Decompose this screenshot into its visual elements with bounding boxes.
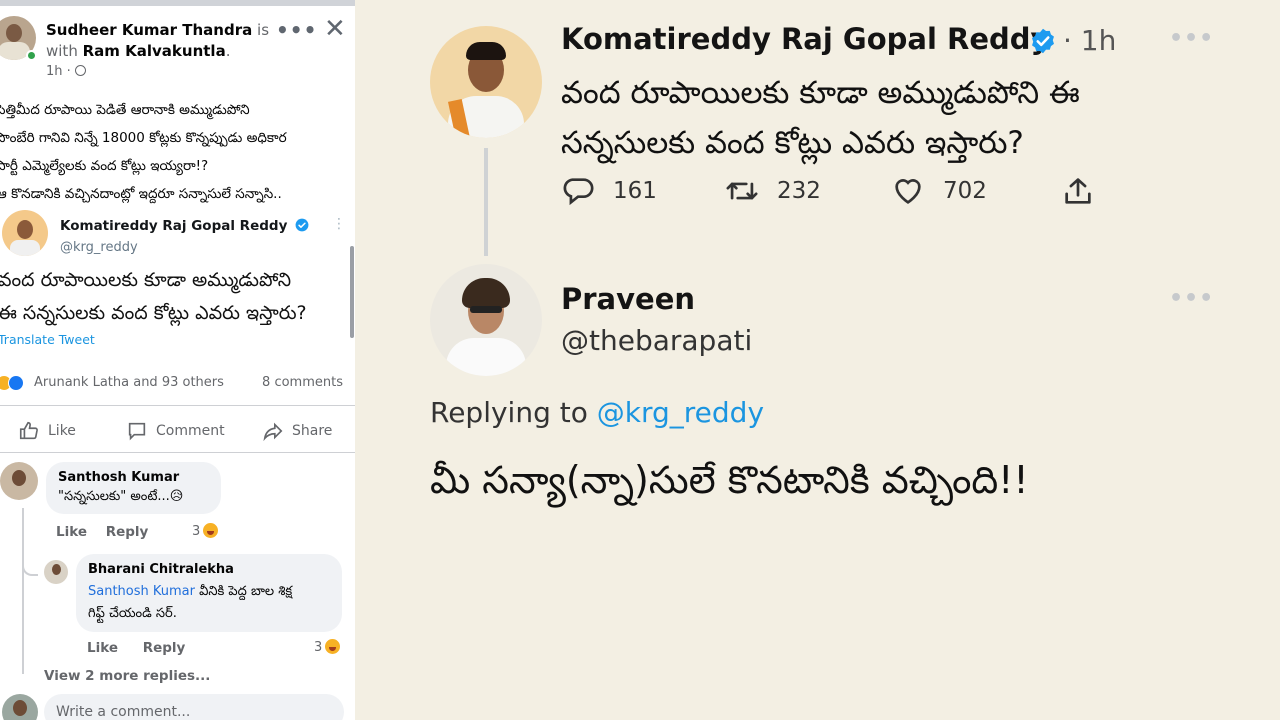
reply-thread-connector [22, 560, 38, 576]
shared-tweet-avatar [2, 210, 48, 256]
replier-name[interactable]: Bharani Chitralekha [88, 562, 330, 577]
divider [0, 452, 355, 453]
tweet-more-icon[interactable]: ••• [1169, 26, 1214, 51]
comment-button[interactable]: Comment [126, 420, 225, 442]
verified-badge-icon [295, 218, 309, 232]
reply-bubble: Bharani Chitralekha Santhosh Kumar వీనిక… [76, 554, 342, 632]
comment-label: Comment [156, 423, 225, 439]
shared-tweet-name: Komatireddy Raj Gopal Reddy [60, 218, 309, 234]
reply-author-handle[interactable]: @thebarapati [561, 324, 752, 357]
haha-reaction-icon [203, 523, 219, 538]
reply-more-icon[interactable]: ••• [1169, 286, 1214, 311]
current-user-avatar [2, 694, 38, 720]
replying-to-line: Replying to @krg_reddy [430, 396, 764, 429]
screenshot-composite: Sudheer Kumar Thandra is with Ram Kalvak… [0, 0, 1280, 720]
mention-link[interactable]: Santhosh Kumar [88, 584, 195, 599]
translate-tweet-link[interactable]: Translate Tweet [0, 332, 95, 347]
reply-reaction-count[interactable]: 3 [314, 639, 341, 655]
comment-reaction-count[interactable]: 3 [192, 523, 219, 539]
shared-tweet-line: ఈ సన్నసులకు వంద కోట్లు ఎవరు ఇస్తారు? [0, 302, 307, 324]
post-text: సెత్తిమీద రూపాయి పెడితే ఆరానాకి అమ్ముడుప… [0, 96, 355, 208]
like-button[interactable]: 702 [891, 174, 987, 208]
shared-tweet-handle: @krg_reddy [60, 240, 138, 255]
share-label: Share [292, 423, 333, 439]
twitter-thread-panel: Komatireddy Raj Gopal Reddy · 1h ••• వంద… [355, 0, 1280, 720]
reply-text: మీ సన్యా(న్నా)సులే కొనటానికి వచ్చింది!! [430, 458, 1029, 502]
heart-icon [895, 179, 921, 204]
view-more-replies-link[interactable]: View 2 more replies... [44, 668, 210, 684]
tweet-text: వంద రూపాయిలకు కూడా అమ్ముడుపోని ఈ సన్నసుల… [561, 68, 1261, 168]
post-line: సొంబేరి గానివి నిన్నే 18000 కోట్లకు కొన్… [0, 130, 287, 146]
share-button[interactable]: Share [262, 420, 332, 442]
shared-tweet-line: వంద రూపాయిలకు కూడా అమ్ముడుపోని [0, 269, 292, 291]
shared-tweet-card[interactable]: Komatireddy Raj Gopal Reddy @krg_reddy ⋮… [0, 204, 352, 370]
reply-author-name[interactable]: Praveen [561, 282, 695, 316]
tweet-actions-bar: 161 232 702 [561, 172, 1121, 216]
tweet-line: వంద రూపాయిలకు కూడా అమ్ముడుపోని ఈ [561, 75, 1080, 111]
comment-like-button[interactable]: Like [56, 524, 87, 540]
reply-actions: Like Reply [87, 640, 185, 656]
like-label: Like [48, 423, 76, 439]
tweet-time[interactable]: · 1h [1063, 24, 1116, 57]
commenter-avatar[interactable] [0, 462, 38, 500]
divider [0, 405, 355, 406]
thread-connector-line [484, 148, 488, 256]
haha-reaction-icon [325, 639, 341, 654]
online-status-dot [26, 50, 37, 61]
reply-text: Santhosh Kumar వీనికి పెద్ద బాల శిక్ష గి… [88, 584, 293, 621]
like-reaction-icon [8, 375, 24, 391]
reply-reply-button[interactable]: Reply [143, 640, 186, 656]
tweet-author-avatar[interactable] [430, 26, 542, 138]
top-divider [0, 0, 355, 6]
reply-bubble-icon [563, 178, 594, 206]
more-options-icon[interactable]: ••• [276, 18, 317, 42]
share-upload-icon [1065, 178, 1091, 204]
reply-thread-line [22, 508, 24, 674]
tagged-name[interactable]: Ram Kalvakuntla [83, 42, 226, 60]
reply-count: 161 [613, 178, 657, 204]
shared-tweet-more-icon: ⋮ [332, 216, 346, 232]
poster-name[interactable]: Sudheer Kumar Thandra [46, 21, 252, 39]
comment-reply-button[interactable]: Reply [106, 524, 149, 540]
close-icon[interactable]: ✕ [324, 16, 346, 42]
post-line: సెత్తిమీద రూపాయి పెడితే ఆరానాకి అమ్ముడుప… [0, 102, 250, 118]
comment-bubble: Santhosh Kumar "సన్నసులకు" అంటే...😥 [46, 462, 221, 514]
sad-emoji-icon: 😥 [169, 489, 184, 504]
post-time-text[interactable]: 1h · [46, 64, 71, 79]
thumbs-up-icon [19, 421, 38, 440]
verified-badge-icon [1032, 28, 1054, 54]
post-line: పార్టీ ఎమ్మెల్యేలకు వంద కోట్లు ఇయ్యరా!? [0, 158, 209, 174]
retweet-button[interactable]: 232 [725, 174, 821, 208]
like-button[interactable]: Like [18, 420, 76, 442]
comments-count[interactable]: 8 comments [262, 375, 343, 390]
post-time: 1h · [46, 64, 86, 79]
comment-bubble-icon [128, 422, 146, 441]
share-arrow-icon [263, 422, 283, 442]
shared-tweet-text: వంద రూపాయిలకు కూడా అమ్ముడుపోని ఈ సన్నసుల… [0, 264, 350, 330]
post-header: Sudheer Kumar Thandra is with Ram Kalvak… [46, 20, 276, 62]
replying-to-label: Replying to [430, 396, 588, 429]
reaction-icons[interactable] [0, 375, 24, 395]
replying-to-mention[interactable]: @krg_reddy [597, 396, 764, 429]
share-button[interactable] [1061, 174, 1095, 208]
commenter-name[interactable]: Santhosh Kumar [58, 470, 209, 485]
scrollbar-thumb[interactable] [350, 246, 354, 338]
write-comment-input[interactable]: Write a comment... [44, 694, 344, 720]
replier-avatar[interactable] [44, 560, 68, 584]
reply-author-avatar[interactable] [430, 264, 542, 376]
reactions-summary[interactable]: Arunank Latha and 93 others [34, 375, 224, 390]
globe-icon [74, 65, 86, 76]
tagged-suffix: . [225, 42, 231, 60]
retweet-count: 232 [777, 178, 821, 204]
tweet-author-name[interactable]: Komatireddy Raj Gopal Reddy [561, 22, 1049, 56]
tweet-line: సన్నసులకు వంద కోట్లు ఎవరు ఇస్తారు? [561, 125, 1024, 161]
facebook-post-panel: Sudheer Kumar Thandra is with Ram Kalvak… [0, 0, 355, 720]
comment-actions: Like Reply [56, 524, 148, 540]
post-actions-bar: Like Comment Share [0, 416, 350, 446]
retweet-icon [726, 182, 758, 200]
reply-button[interactable]: 161 [561, 174, 657, 208]
reply-like-button[interactable]: Like [87, 640, 118, 656]
comment-text: "సన్నసులకు" అంటే...😥 [58, 489, 184, 504]
like-count: 702 [943, 178, 987, 204]
